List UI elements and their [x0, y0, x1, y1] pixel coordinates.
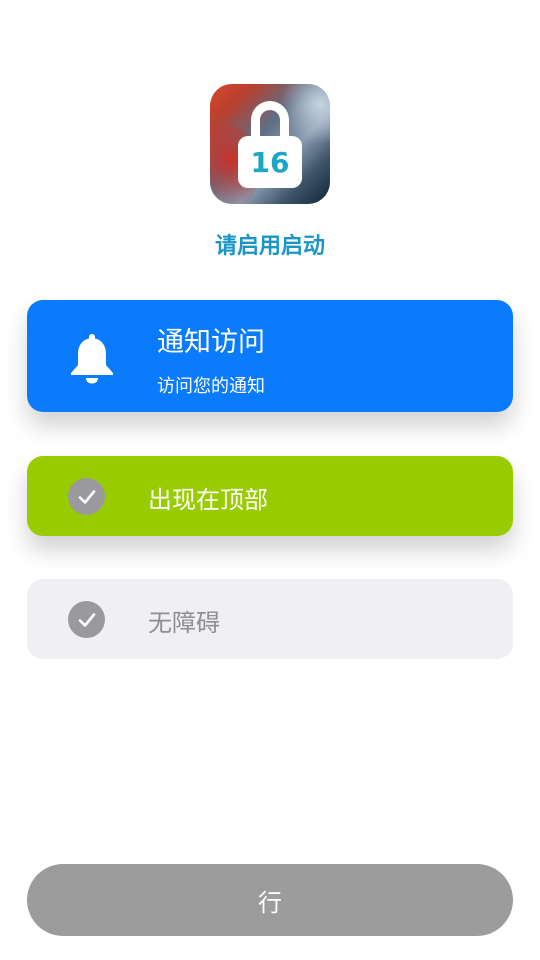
- app-lock-icon: 16: [210, 84, 330, 204]
- notification-access-card[interactable]: 通知访问 访问您的通知: [27, 300, 513, 412]
- checkmark-icon: [68, 601, 105, 638]
- page-title: 请启用启动: [214, 234, 325, 259]
- notification-card-subtitle: 访问您的通知: [157, 376, 265, 397]
- lock-body-icon: 16: [238, 136, 302, 188]
- lock-number: 16: [250, 145, 290, 179]
- ok-button[interactable]: 行: [27, 864, 513, 936]
- option-label: 出现在顶部: [148, 486, 268, 514]
- checkmark-icon: [68, 478, 105, 515]
- bell-icon: [71, 334, 113, 384]
- option-accessibility[interactable]: 无障碍: [27, 579, 513, 659]
- option-label: 无障碍: [148, 609, 220, 637]
- option-appear-on-top[interactable]: 出现在顶部: [27, 456, 513, 536]
- notification-card-title: 通知访问: [157, 327, 265, 358]
